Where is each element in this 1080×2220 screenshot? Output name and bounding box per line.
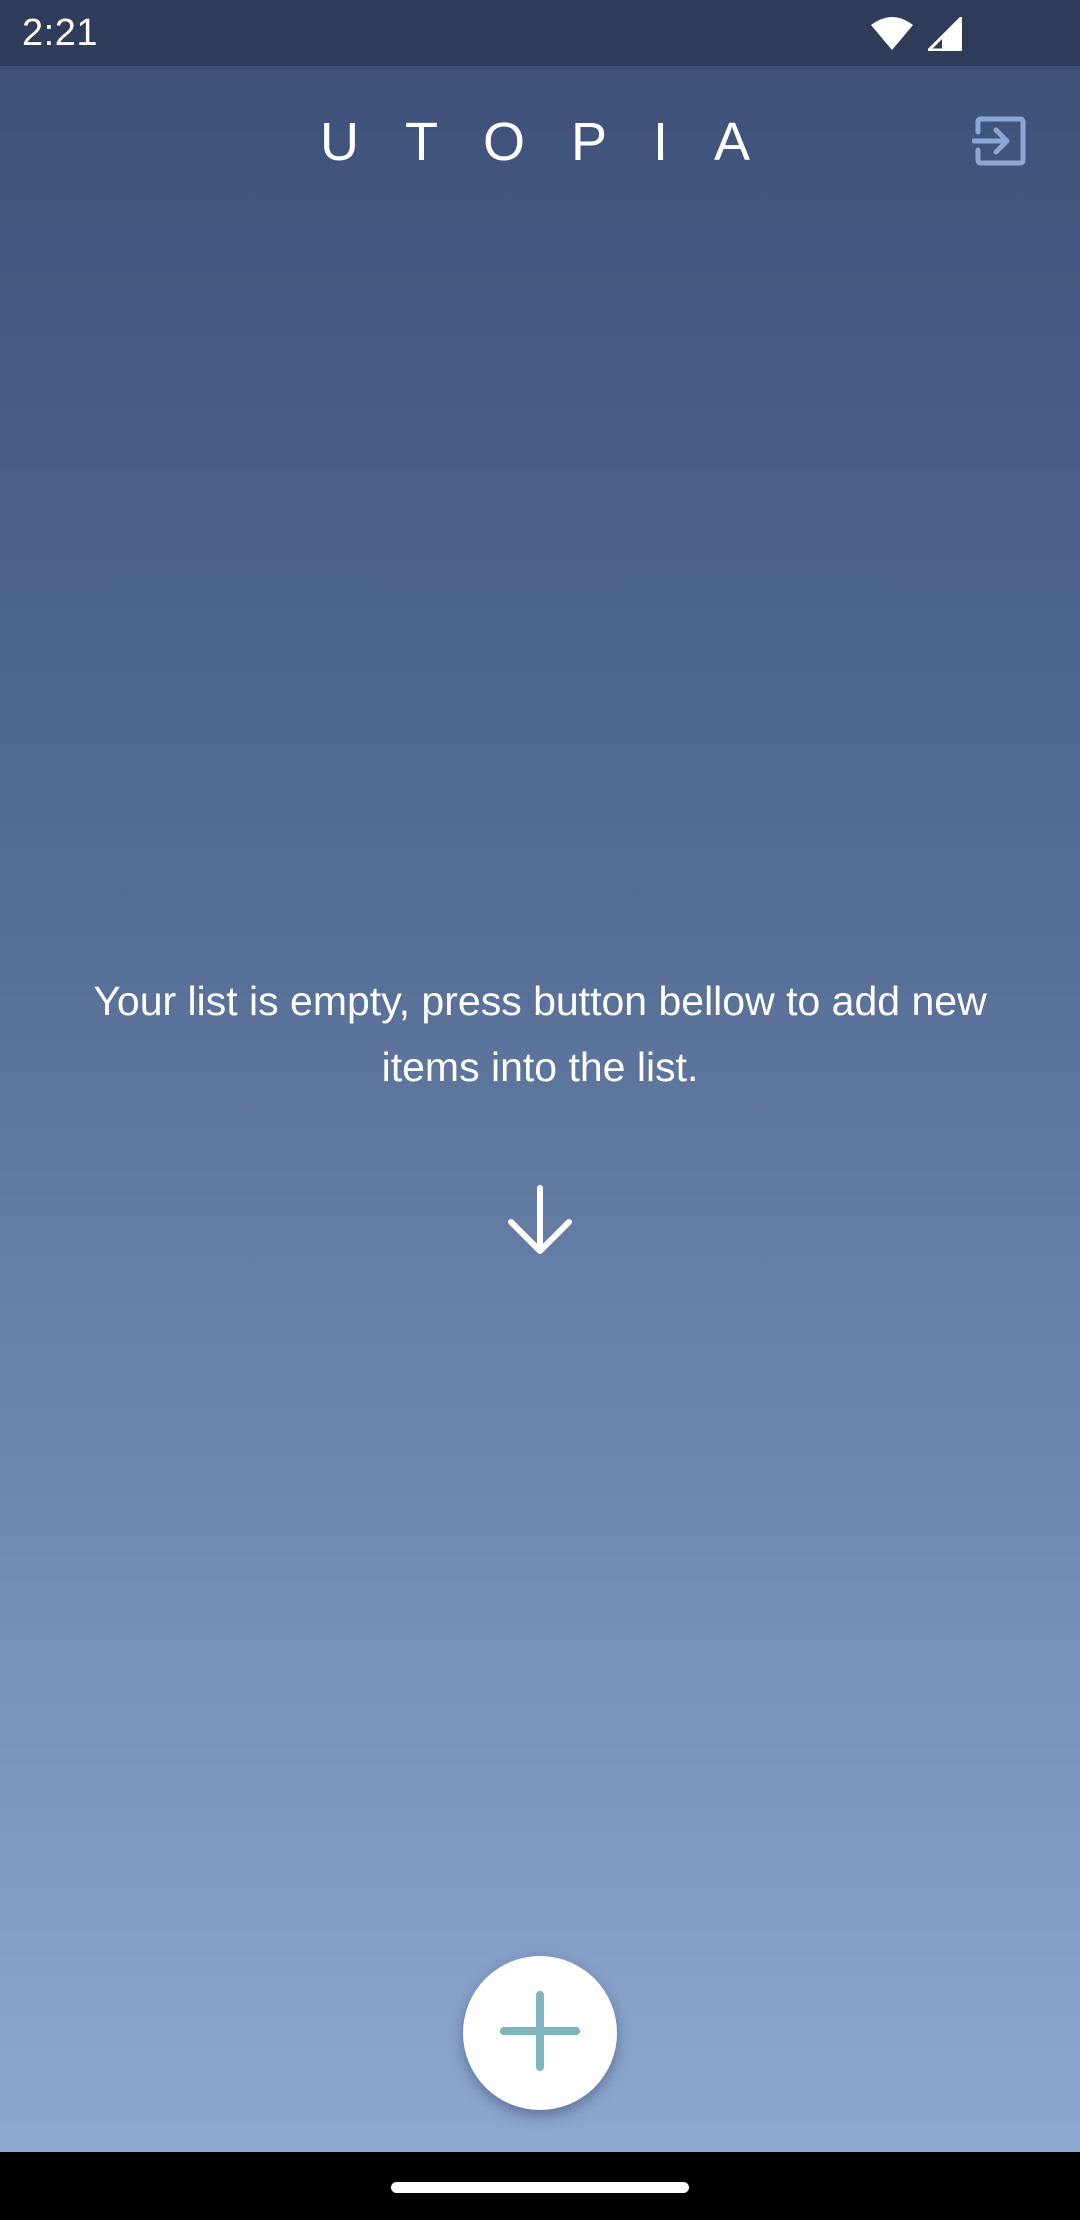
cell-signal-icon [928,17,962,51]
navigation-bar [0,2152,1080,2220]
app-title: UTOPIA [319,112,797,172]
logout-button[interactable] [968,112,1030,174]
app-screen: 2:21 UTOPIA Your list is empty, press bu… [0,0,1080,2152]
arrow-down-icon [505,1184,575,1256]
logout-icon [971,116,1026,171]
home-indicator[interactable] [391,2182,689,2193]
status-time: 2:21 [22,12,98,54]
add-item-button[interactable] [463,1956,617,2110]
status-icons [870,14,962,54]
empty-list-message: Your list is empty, press button bellow … [93,978,987,1090]
plus-icon [500,1990,580,2076]
wifi-icon [870,17,914,51]
status-bar: 2:21 [0,0,1080,66]
